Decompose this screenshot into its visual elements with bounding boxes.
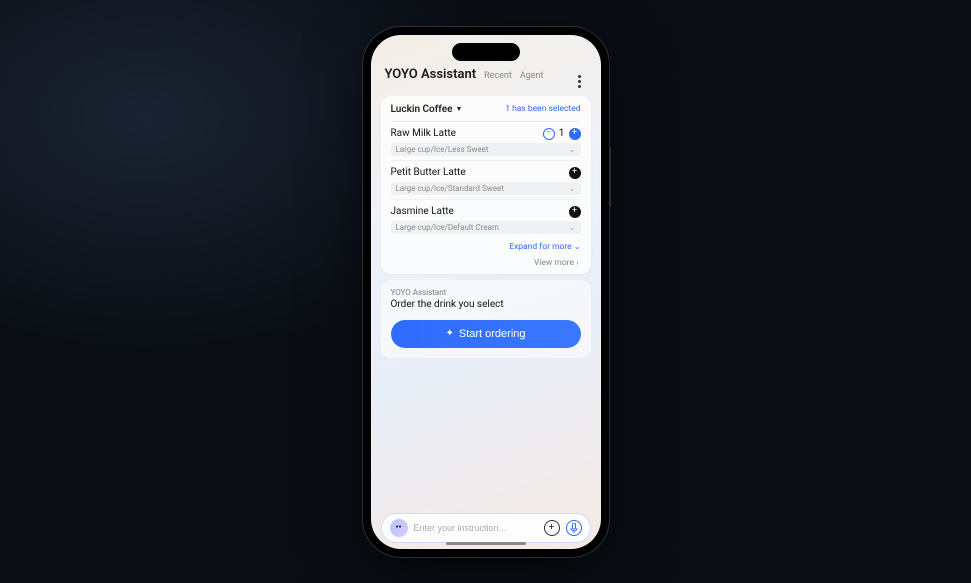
item-options[interactable]: Large cup/Ice/Default Cream ⌄ (391, 221, 581, 234)
start-ordering-button[interactable]: ✦ Start ordering (391, 320, 581, 348)
selected-count: 1 has been selected (505, 104, 580, 114)
item-options[interactable]: Large cup/Ice/Less Sweet ⌄ (391, 143, 581, 156)
chevron-down-icon: ⌄ (569, 223, 576, 232)
chevron-down-icon: ⌄ (574, 242, 581, 251)
minus-button[interactable]: − (543, 128, 555, 140)
assistant-label: YOYO Assistant (391, 288, 581, 297)
phone-frame: YOYO Assistant Recent Agent Luckin Coffe… (363, 27, 609, 557)
microphone-icon[interactable] (566, 520, 582, 536)
options-text: Large cup/Ice/Less Sweet (396, 145, 489, 154)
store-selector[interactable]: Luckin Coffee ▼ (391, 104, 463, 115)
chevron-right-icon: › (576, 258, 578, 267)
item-options[interactable]: Large cup/Ice/Standard Sweet ⌄ (391, 182, 581, 195)
phone-screen: YOYO Assistant Recent Agent Luckin Coffe… (371, 35, 601, 549)
home-indicator (446, 542, 526, 545)
caret-down-icon: ▼ (455, 105, 462, 113)
menu-item: Jasmine Latte + Large cup/Ice/Default Cr… (391, 199, 581, 238)
bot-avatar-icon: •• (390, 519, 408, 537)
sparkle-icon: ✦ (445, 328, 453, 339)
app-title: YOYO Assistant (385, 67, 477, 82)
menu-item: Petit Butter Latte + Large cup/Ice/Stand… (391, 160, 581, 199)
menu-item: Raw Milk Latte − 1 + Large cup/Ice/Less … (391, 121, 581, 160)
tab-agent[interactable]: Agent (520, 71, 544, 81)
chevron-down-icon: ⌄ (569, 145, 576, 154)
order-card: Luckin Coffee ▼ 1 has been selected Raw … (381, 96, 591, 274)
expand-for-more[interactable]: Expand for more ⌄ (391, 238, 581, 252)
store-name: Luckin Coffee (391, 104, 453, 115)
main-content: Luckin Coffee ▼ 1 has been selected Raw … (371, 96, 601, 513)
item-name: Jasmine Latte (391, 206, 454, 217)
add-button[interactable]: + (569, 167, 581, 179)
tab-recent[interactable]: Recent (484, 71, 512, 81)
plus-button[interactable]: + (569, 128, 581, 140)
kebab-menu-icon[interactable] (573, 75, 587, 88)
add-icon[interactable]: + (544, 520, 560, 536)
assistant-message: Order the drink you select (391, 299, 581, 310)
instruction-input-bar: •• + (381, 513, 591, 543)
add-button[interactable]: + (569, 206, 581, 218)
options-text: Large cup/Ice/Standard Sweet (396, 184, 504, 193)
options-text: Large cup/Ice/Default Cream (396, 223, 499, 232)
quantity-value: 1 (558, 128, 566, 139)
chevron-down-icon: ⌄ (569, 184, 576, 193)
notch (452, 43, 520, 61)
quantity-stepper: − 1 + (543, 128, 581, 140)
view-more[interactable]: View more › (391, 252, 581, 268)
item-name: Petit Butter Latte (391, 167, 466, 178)
button-label: Start ordering (459, 328, 526, 340)
item-name: Raw Milk Latte (391, 128, 456, 139)
instruction-input[interactable] (414, 523, 538, 533)
assistant-card: YOYO Assistant Order the drink you selec… (381, 280, 591, 358)
